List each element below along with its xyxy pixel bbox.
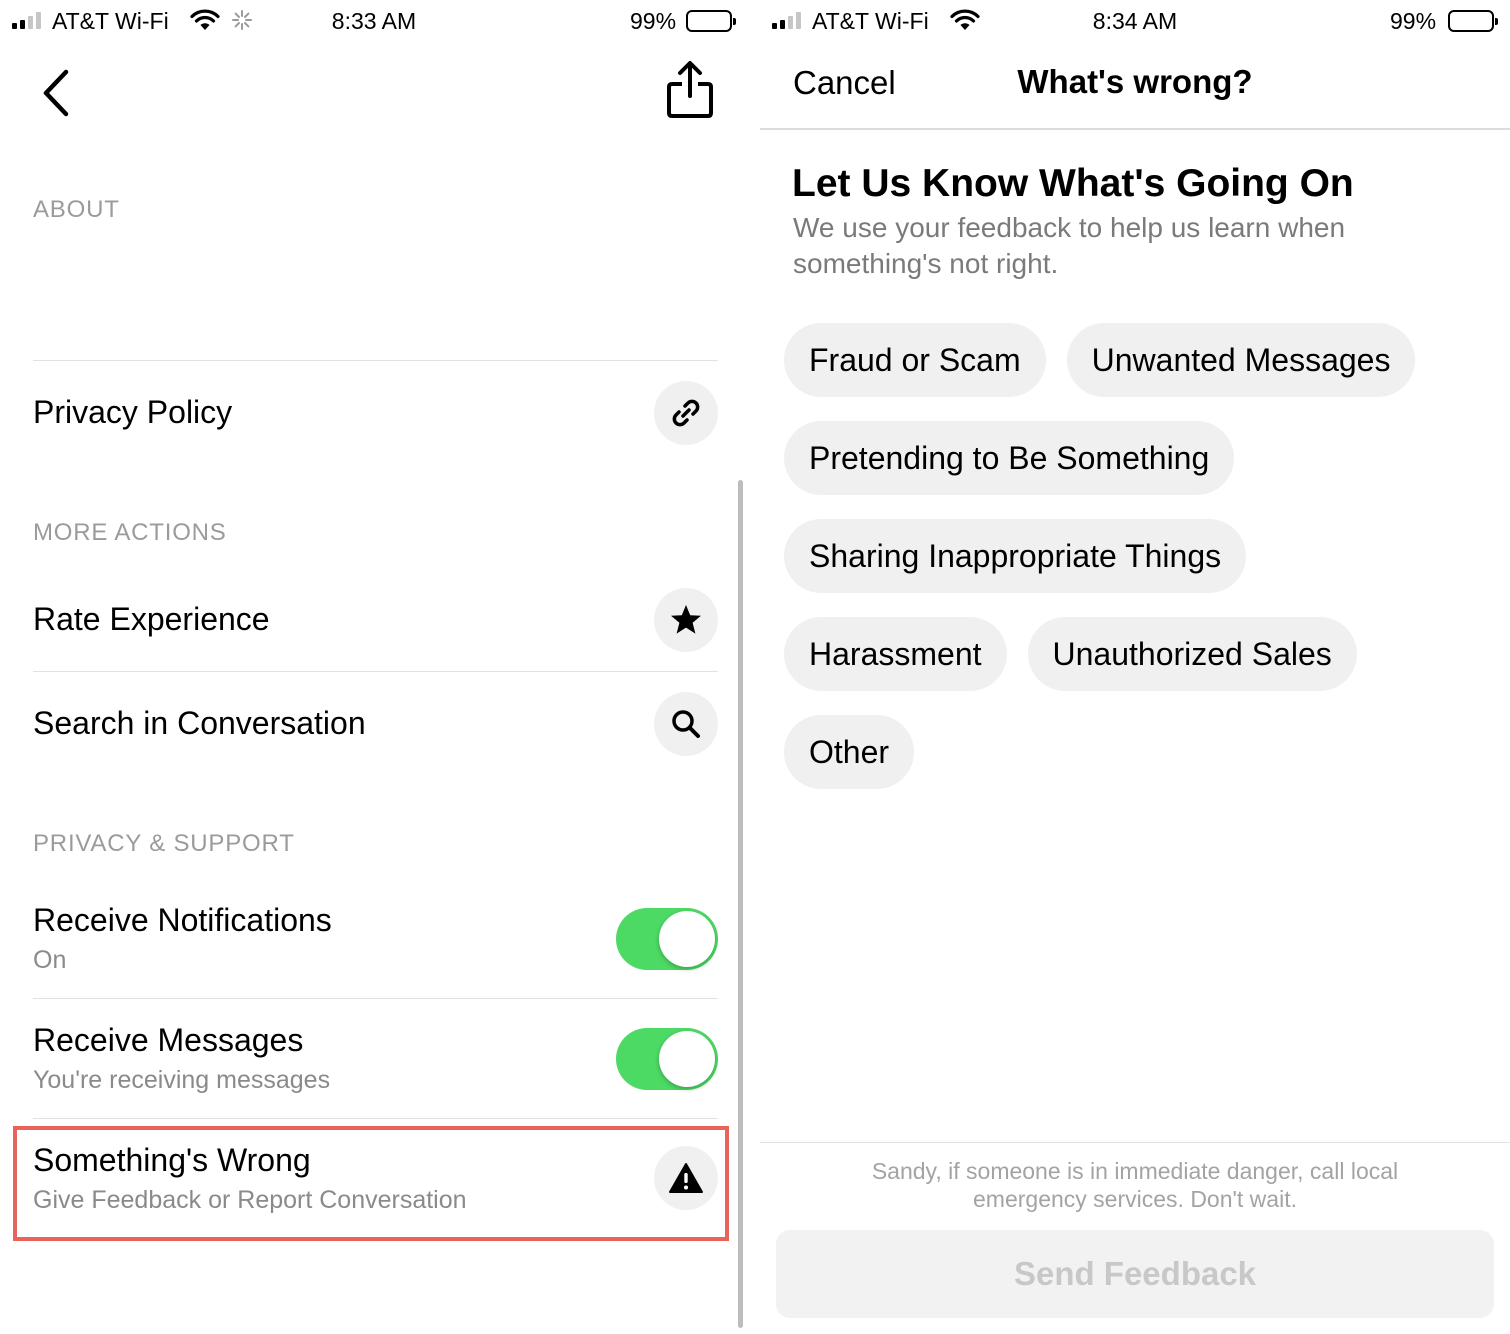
option-row: Pretending to Be Something: [784, 421, 1484, 495]
link-icon: [672, 399, 700, 427]
receive-messages-toggle[interactable]: [616, 1028, 718, 1090]
option-row: Sharing Inappropriate Things: [784, 519, 1484, 593]
option-unauthorized-sales[interactable]: Unauthorized Sales: [1027, 617, 1357, 691]
whats-wrong-screen: AT&T Wi-Fi 8:34 AM 99% What's wrong? Can…: [760, 0, 1510, 1334]
battery-icon: [1448, 10, 1498, 32]
receive-messages-status: You're receiving messages: [33, 1066, 331, 1094]
status-bar: AT&T Wi-Fi 8:33 AM 99%: [0, 0, 748, 42]
option-fraud-or-scam[interactable]: Fraud or Scam: [784, 323, 1046, 397]
receive-notifications-toggle[interactable]: [616, 908, 718, 970]
receive-messages-title: Receive Messages: [33, 1022, 304, 1058]
cancel-button[interactable]: Cancel: [793, 64, 896, 102]
battery-percent: 99%: [1390, 8, 1437, 34]
option-sharing-inappropriate-things[interactable]: Sharing Inappropriate Things: [784, 519, 1247, 593]
link-button[interactable]: [654, 381, 718, 445]
privacy-policy-label[interactable]: Privacy Policy: [33, 394, 232, 431]
option-row: Other: [784, 715, 1484, 789]
section-header-privacy-support: PRIVACY & SUPPORT: [33, 830, 295, 857]
conversation-details-screen: AT&T Wi-Fi 8:33 AM 99% ABOUT Privacy Pol…: [0, 0, 748, 1334]
page-description: We use your feedback to help us learn wh…: [793, 212, 1346, 279]
send-feedback-button[interactable]: Send Feedback: [776, 1230, 1494, 1318]
search-in-conversation-label[interactable]: Search in Conversation: [33, 705, 366, 742]
option-row: Harassment Unauthorized Sales: [784, 617, 1484, 691]
status-bar: AT&T Wi-Fi 8:34 AM 99%: [760, 0, 1510, 42]
option-harassment[interactable]: Harassment: [784, 617, 1007, 691]
receive-notifications-title: Receive Notifications: [33, 902, 332, 938]
section-header-about: ABOUT: [33, 196, 120, 223]
divider: [33, 671, 718, 672]
report-options: Fraud or Scam Unwanted Messages Pretendi…: [784, 323, 1484, 813]
battery-percent: 99%: [630, 8, 677, 34]
option-row: Fraud or Scam Unwanted Messages: [784, 323, 1484, 397]
scrollbar[interactable]: [738, 480, 743, 1328]
option-pretending-to-be-something[interactable]: Pretending to Be Something: [784, 421, 1235, 495]
footer-divider: [760, 1142, 1510, 1143]
emergency-note: Sandy, if someone is in immediate danger…: [871, 1158, 1399, 1212]
search-icon: [672, 710, 700, 738]
divider: [33, 998, 718, 999]
battery-icon: [686, 10, 736, 32]
divider: [33, 360, 718, 361]
highlight-annotation: [13, 1126, 729, 1241]
star-icon: [671, 605, 701, 634]
divider: [33, 1118, 718, 1119]
search-in-conversation-button[interactable]: [654, 692, 718, 756]
screen-separator: [748, 0, 760, 1334]
nav-divider: [760, 128, 1510, 130]
share-icon[interactable]: [664, 60, 716, 120]
section-header-more-actions: MORE ACTIONS: [33, 519, 227, 546]
option-other[interactable]: Other: [784, 715, 915, 789]
option-unwanted-messages[interactable]: Unwanted Messages: [1066, 323, 1416, 397]
rate-experience-label[interactable]: Rate Experience: [33, 601, 270, 638]
page-heading: Let Us Know What's Going On: [792, 162, 1354, 205]
chevron-left-icon[interactable]: [36, 66, 80, 120]
rate-experience-button[interactable]: [654, 588, 718, 652]
receive-notifications-status: On: [33, 946, 67, 974]
